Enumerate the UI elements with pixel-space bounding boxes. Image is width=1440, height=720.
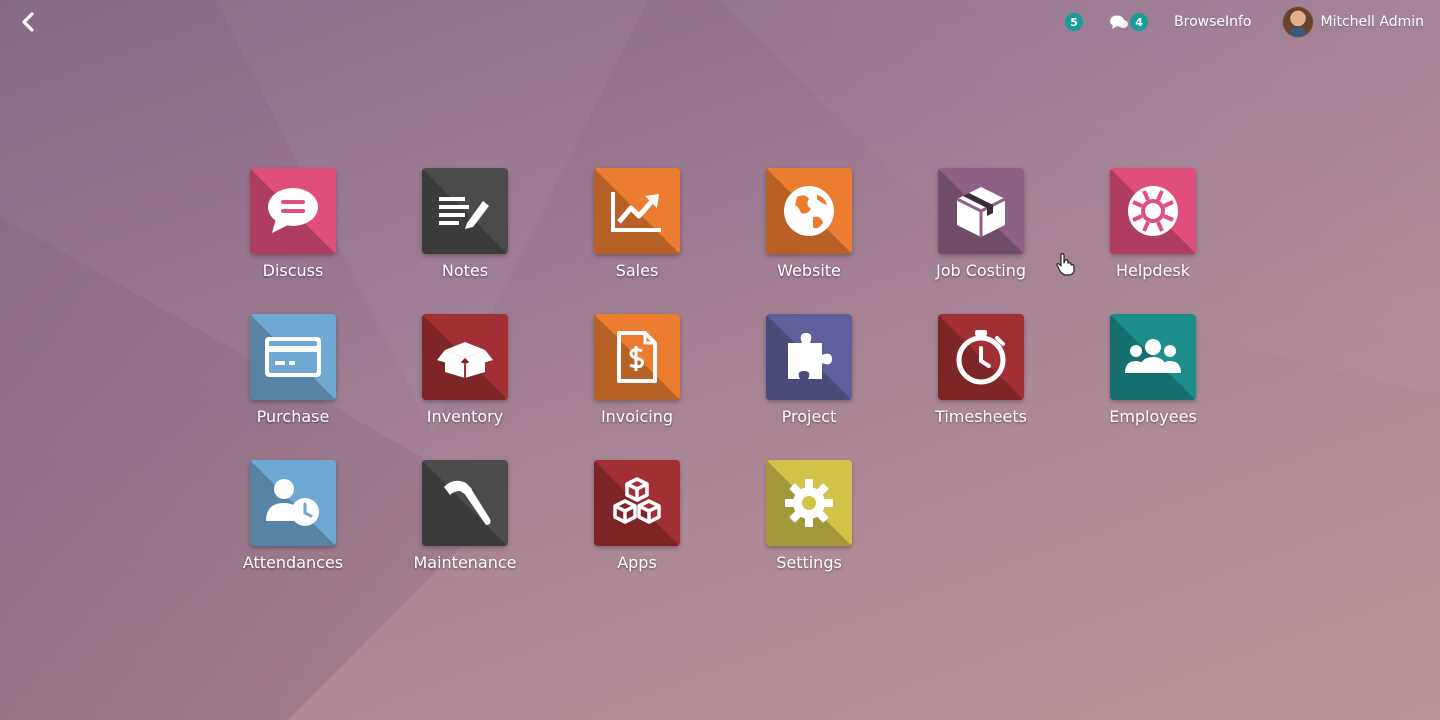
app-tile xyxy=(766,314,852,400)
app-label: Attendances xyxy=(242,553,344,572)
app-label: Notes xyxy=(441,261,489,280)
lifebuoy-icon xyxy=(1128,186,1178,236)
app-inventory[interactable]: Inventory xyxy=(379,314,551,460)
app-tile xyxy=(422,314,508,400)
app-tile xyxy=(938,168,1024,254)
app-label: Discuss xyxy=(262,261,324,280)
open-box-icon xyxy=(437,342,493,378)
app-tile xyxy=(250,460,336,546)
app-maintenance[interactable]: Maintenance xyxy=(379,460,551,606)
app-label: Helpdesk xyxy=(1115,261,1191,280)
app-label: Sales xyxy=(615,261,659,280)
app-notes[interactable]: Notes xyxy=(379,168,551,314)
app-tile xyxy=(594,168,680,254)
app-tile xyxy=(1110,314,1196,400)
note-pencil-icon xyxy=(439,197,489,229)
app-website[interactable]: Website xyxy=(723,168,895,314)
app-label: Invoicing xyxy=(600,407,674,426)
app-timesheets[interactable]: Timesheets xyxy=(895,314,1067,460)
globe-icon xyxy=(784,186,834,236)
app-label: Inventory xyxy=(426,407,504,426)
stopwatch-icon xyxy=(956,330,1006,385)
user-menu[interactable]: Mitchell Admin xyxy=(1281,6,1425,38)
activity-button[interactable]: 5 xyxy=(1065,13,1084,31)
invoice-dollar-icon xyxy=(617,331,657,383)
app-tile xyxy=(938,314,1024,400)
app-tile xyxy=(766,460,852,546)
app-project[interactable]: Project xyxy=(723,314,895,460)
app-purchase[interactable]: Purchase xyxy=(207,314,379,460)
back-button[interactable] xyxy=(14,8,42,36)
cubes-icon xyxy=(613,477,661,524)
chevron-left-icon xyxy=(22,12,34,32)
app-label: Settings xyxy=(776,553,842,572)
messages-count-badge: 4 xyxy=(1130,13,1149,31)
app-tile xyxy=(1110,168,1196,254)
activity-count-badge: 5 xyxy=(1065,13,1084,31)
app-label: Timesheets xyxy=(935,407,1027,426)
app-tile xyxy=(594,460,680,546)
app-tile xyxy=(250,168,336,254)
app-settings[interactable]: Settings xyxy=(723,460,895,606)
group-users-icon xyxy=(1125,339,1181,373)
app-tile xyxy=(422,460,508,546)
messages-button[interactable]: 4 xyxy=(1109,13,1149,31)
app-job-costing[interactable]: Job Costing xyxy=(895,168,1067,314)
app-label: Purchase xyxy=(256,407,330,426)
app-apps[interactable]: Apps xyxy=(551,460,723,606)
app-label: Website xyxy=(777,261,841,280)
app-label: Job Costing xyxy=(935,261,1027,280)
gear-icon xyxy=(785,479,833,527)
user-name: Mitchell Admin xyxy=(1320,14,1425,30)
app-grid: Discuss Notes Sales Website Job Costing … xyxy=(207,168,1239,606)
chat-bubble-icon xyxy=(268,188,318,233)
user-clock-icon xyxy=(266,479,319,526)
systray: 5 4 BrowseInfo Mitchell Admin xyxy=(1065,6,1424,38)
app-label: Maintenance xyxy=(413,553,517,572)
app-label: Employees xyxy=(1109,407,1197,426)
trend-chart-icon xyxy=(611,192,661,232)
app-tile xyxy=(594,314,680,400)
chat-bubbles-icon xyxy=(1110,15,1129,29)
hammer-icon xyxy=(444,480,491,525)
app-label: Project xyxy=(781,407,837,426)
puzzle-piece-icon xyxy=(788,333,832,379)
app-helpdesk[interactable]: Helpdesk xyxy=(1067,168,1239,314)
app-label: Apps xyxy=(617,553,657,572)
app-discuss[interactable]: Discuss xyxy=(207,168,379,314)
app-attendances[interactable]: Attendances xyxy=(207,460,379,606)
app-sales[interactable]: Sales xyxy=(551,168,723,314)
avatar xyxy=(1281,6,1314,38)
credit-card-icon xyxy=(265,337,321,377)
app-tile xyxy=(422,168,508,254)
app-tile xyxy=(766,168,852,254)
app-tile xyxy=(250,314,336,400)
package-box-icon xyxy=(956,187,1006,237)
company-switcher[interactable]: BrowseInfo xyxy=(1174,14,1251,30)
app-employees[interactable]: Employees xyxy=(1067,314,1239,460)
hand-cursor-icon xyxy=(1056,253,1075,276)
app-invoicing[interactable]: Invoicing xyxy=(551,314,723,460)
